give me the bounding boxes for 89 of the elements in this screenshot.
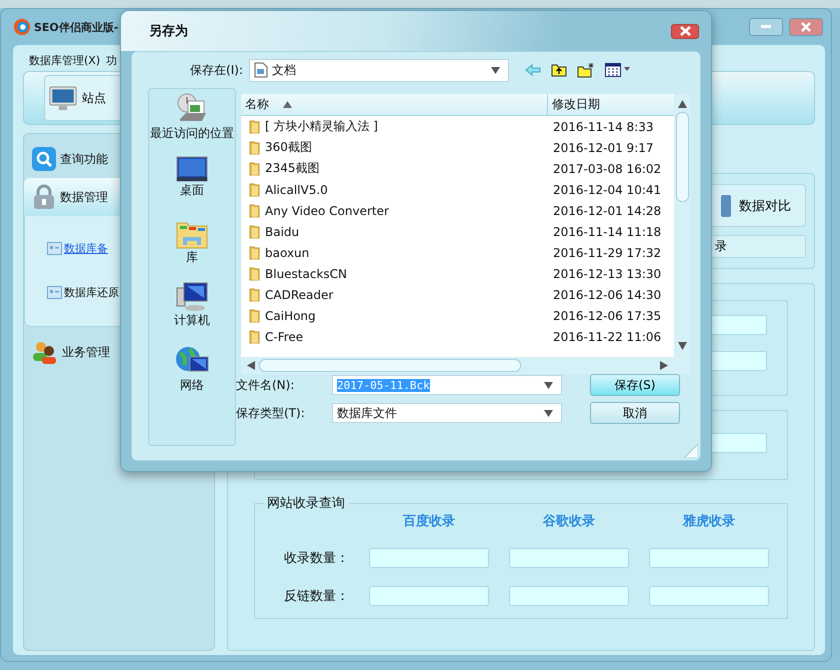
dropdown-caret-icon [491, 66, 500, 74]
users-icon [32, 340, 58, 364]
folder-icon [249, 224, 260, 239]
file-name[interactable]: Any Video Converter [241, 203, 543, 218]
folder-icon [249, 119, 260, 134]
window-title: SEO伴侣商业版- [34, 20, 118, 34]
file-name[interactable]: 360截图 [241, 139, 543, 156]
file-date: 2016-12-01 9:17 [552, 140, 654, 154]
logo-icon [13, 18, 31, 36]
file-name[interactable]: C-Free [241, 329, 543, 344]
close-button[interactable] [671, 24, 699, 38]
input-field[interactable] [649, 586, 769, 606]
file-name[interactable]: Baidu [241, 224, 543, 239]
file-date: 2016-11-22 11:06 [552, 330, 662, 344]
file-type-dropdown[interactable]: 数据库文件 [332, 403, 562, 423]
column-heading: 雅虎收录 [682, 513, 736, 530]
file-date: 2016-12-04 10:41 [552, 182, 662, 196]
input-field[interactable] [369, 586, 489, 606]
minimize-icon [761, 25, 771, 29]
dropdown-caret-icon [544, 410, 553, 416]
file-date: 2017-03-08 16:02 [552, 162, 662, 176]
file-date: 2016-11-14 8:33 [552, 120, 654, 134]
file-name[interactable]: CaiHong [241, 308, 543, 323]
field-label: 保存在(I): [189, 62, 244, 78]
column-header[interactable]: 修改日期 [548, 94, 600, 115]
column-header[interactable]: 名称 [241, 94, 548, 115]
horizontal-scrollbar[interactable] [241, 357, 674, 374]
column-heading: 百度收录 [402, 512, 456, 530]
file-date: 2016-12-06 14:30 [552, 288, 662, 302]
vertical-scrollbar[interactable] [674, 94, 691, 374]
folder-icon [249, 308, 260, 323]
folder-icon [249, 287, 260, 302]
close-icon [680, 26, 690, 36]
folder-icon [249, 329, 260, 344]
file-date: 2016-12-13 13:30 [552, 266, 662, 280]
folder-icon [249, 140, 260, 155]
scroll-left-icon[interactable] [247, 361, 255, 370]
view-menu-icon[interactable] [605, 63, 631, 77]
file-date: 2016-12-01 14:28 [552, 204, 662, 218]
dialog-title: 另存为 [149, 23, 189, 40]
input-field[interactable] [509, 548, 629, 568]
menu-item[interactable]: 数据库管理(X) [29, 52, 100, 68]
minimize-button[interactable] [749, 18, 783, 36]
input-field[interactable] [369, 548, 489, 568]
field-label: 保存类型(T): [236, 404, 306, 422]
group-title: 网站收录查询 [266, 495, 346, 512]
file-date: 2016-12-06 17:35 [552, 308, 662, 322]
list-icon [47, 242, 62, 254]
desktop-icon [176, 156, 208, 182]
list-icon [47, 286, 62, 298]
file-date: 2016-11-29 17:32 [552, 246, 662, 260]
field-label: 收录数量： [283, 550, 349, 567]
close-icon [801, 22, 811, 32]
dropdown-caret-icon [544, 382, 553, 388]
column-heading: 谷歌收录 [542, 513, 596, 530]
field-label: 反链数量： [283, 588, 349, 605]
close-button[interactable] [789, 18, 823, 36]
file-name[interactable]: [ 方块小精灵输入法 ] [241, 118, 543, 135]
folder-icon [249, 245, 260, 260]
scrollbar-thumb[interactable] [676, 112, 689, 202]
scroll-up-icon[interactable] [678, 100, 687, 108]
save-button[interactable]: 保存(S) [590, 374, 680, 396]
location-dropdown[interactable]: 文档 [249, 58, 509, 82]
field-label: 文件名(N): [236, 376, 296, 394]
folder-icon [249, 182, 260, 197]
resize-grip-icon[interactable] [684, 444, 698, 458]
search-icon [32, 147, 56, 171]
back-icon[interactable] [525, 64, 541, 76]
lock-icon [32, 184, 56, 210]
new-folder-icon[interactable] [577, 62, 595, 78]
file-name[interactable]: AlicallV5.0 [241, 182, 543, 197]
folder-icon [249, 266, 260, 281]
computer-icon [176, 282, 208, 312]
file-date: 2016-11-14 11:18 [552, 224, 662, 238]
monitor-icon [49, 86, 77, 110]
file-name[interactable]: 2345截图 [241, 160, 543, 177]
folder-icon [249, 161, 260, 176]
folder-icon [249, 203, 260, 218]
sort-ascending-icon [283, 101, 292, 108]
file-name[interactable]: CADReader [241, 287, 543, 302]
file-name[interactable]: baoxun [241, 245, 543, 260]
scroll-right-icon[interactable] [660, 361, 668, 370]
menu-item[interactable]: 功 [106, 52, 118, 68]
file-name[interactable]: BluestacksCN [241, 266, 543, 281]
up-folder-icon[interactable] [551, 63, 567, 77]
scrollbar-thumb[interactable] [259, 359, 521, 372]
input-field[interactable] [649, 548, 769, 568]
cancel-button[interactable]: 取消 [590, 402, 680, 424]
input-field[interactable] [509, 586, 629, 606]
